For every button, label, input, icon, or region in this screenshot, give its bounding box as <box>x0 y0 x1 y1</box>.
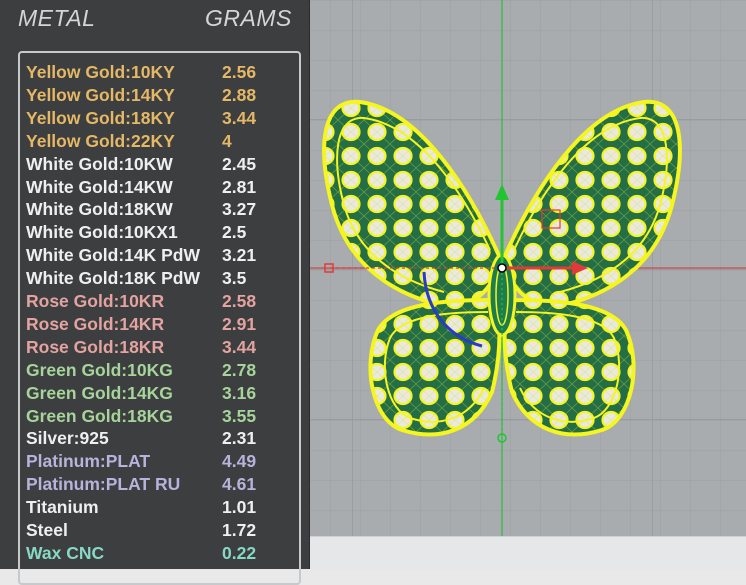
metal-grams: 4.61 <box>222 474 257 495</box>
gizmo-center[interactable] <box>497 263 507 273</box>
metal-grams: 2.58 <box>222 291 257 311</box>
metal-row[interactable]: Yellow Gold:14KY 2.88 <box>26 84 296 107</box>
metal-grams: 3.27 <box>222 199 257 220</box>
metal-row[interactable]: Titanium 1.01 <box>26 496 296 519</box>
metal-grams: 2.5 <box>222 222 247 243</box>
metal-grams: 2.31 <box>222 428 257 449</box>
metal-grams: 2.78 <box>222 359 257 380</box>
metal-row[interactable]: White Gold:10KW 2.45 <box>26 153 296 176</box>
metal-name: Rose Gold:10KR <box>26 291 165 311</box>
lower-left-wing <box>368 297 502 437</box>
metal-name: Platinum:PLAT RU <box>26 474 181 495</box>
metal-row[interactable]: Green Gold:10KG 2.78 <box>26 359 296 382</box>
metal-name: Rose Gold:14KR <box>26 313 165 334</box>
metal-row[interactable]: Yellow Gold:10KY 2.56 <box>26 61 296 84</box>
metal-grams: 1.01 <box>222 497 257 518</box>
metal-name: Yellow Gold:18KY <box>26 107 175 128</box>
metal-grams: 2.56 <box>222 62 257 82</box>
metal-name: White Gold:18KW <box>26 199 173 220</box>
metal-row[interactable]: Wax CNC 0.22 <box>26 542 296 565</box>
metal-grams: 3.44 <box>222 107 257 128</box>
metal-name: White Gold:10KX1 <box>26 222 178 243</box>
metal-name: White Gold:10KW <box>26 153 173 174</box>
metal-name: White Gold:18K PdW <box>26 268 201 289</box>
metal-name: Green Gold:14KG <box>26 382 173 403</box>
metal-row[interactable]: Silver:925 2.31 <box>26 427 296 450</box>
lower-right-wing <box>502 297 636 437</box>
grams-column-header: GRAMS <box>205 5 292 31</box>
metal-name: White Gold:14K PdW <box>26 245 201 266</box>
metal-row[interactable]: White Gold:14KW 2.81 <box>26 176 296 199</box>
metal-row[interactable]: White Gold:14K PdW 3.21 <box>26 244 296 267</box>
metal-row[interactable]: White Gold:18KW 3.27 <box>26 198 296 221</box>
metal-row[interactable]: Green Gold:18KG 3.55 <box>26 405 296 428</box>
metal-row[interactable]: White Gold:18K PdW 3.5 <box>26 267 296 290</box>
metal-name: Platinum:PLAT <box>26 451 151 472</box>
metal-name: Green Gold:10KG <box>26 359 173 380</box>
metal-name: Green Gold:18KG <box>26 405 173 426</box>
metal-row[interactable]: White Gold:10KX1 2.5 <box>26 221 296 244</box>
metal-name: Yellow Gold:10KY <box>26 62 175 82</box>
metal-row[interactable]: Steel 1.72 <box>26 519 296 542</box>
metal-grams: 4 <box>222 130 232 151</box>
metal-name: Rose Gold:18KR <box>26 336 165 357</box>
metal-grams: 2.45 <box>222 153 257 174</box>
metal-grams: 3.44 <box>222 336 257 357</box>
metal-grams: 3.5 <box>222 268 247 289</box>
metal-name: Wax CNC <box>26 542 105 563</box>
metal-row[interactable]: Rose Gold:10KR 2.58 <box>26 290 296 313</box>
metal-row[interactable]: Rose Gold:18KR 3.44 <box>26 336 296 359</box>
metal-name: Titanium <box>26 497 99 518</box>
metal-row[interactable]: Yellow Gold:22KY 4 <box>26 130 296 153</box>
metal-grams: 2.91 <box>222 313 257 334</box>
metal-grams: 2.88 <box>222 84 257 105</box>
metal-name: Yellow Gold:14KY <box>26 84 175 105</box>
metal-row[interactable]: Yellow Gold:18KY 3.44 <box>26 107 296 130</box>
metal-row[interactable]: Platinum:PLAT RU 4.61 <box>26 473 296 496</box>
metal-grams: 1.72 <box>222 520 257 540</box>
metal-grams: 3.16 <box>222 382 257 403</box>
metal-name: Steel <box>26 520 68 540</box>
metal-weight-panel: METAL GRAMS Yellow Gold:10KY 2.56 Yellow G… <box>0 0 310 585</box>
metal-row[interactable]: Rose Gold:14KR 2.91 <box>26 313 296 336</box>
metal-grams: 3.55 <box>222 405 257 426</box>
metal-grams: 4.49 <box>222 451 257 472</box>
metal-grams: 3.21 <box>222 245 257 266</box>
metal-row[interactable]: Green Gold:14KG 3.16 <box>26 382 296 405</box>
metal-row[interactable]: Platinum:PLAT 4.49 <box>26 450 296 473</box>
metal-name: White Gold:14KW <box>26 176 173 197</box>
metal-column-header: METAL <box>18 5 96 31</box>
metal-grams: 0.22 <box>222 542 257 563</box>
panel-header: METAL GRAMS <box>0 0 309 40</box>
metal-name: Yellow Gold:22KY <box>26 130 175 151</box>
metal-name: Silver:925 <box>26 428 109 449</box>
metal-grams: 2.81 <box>222 176 257 197</box>
